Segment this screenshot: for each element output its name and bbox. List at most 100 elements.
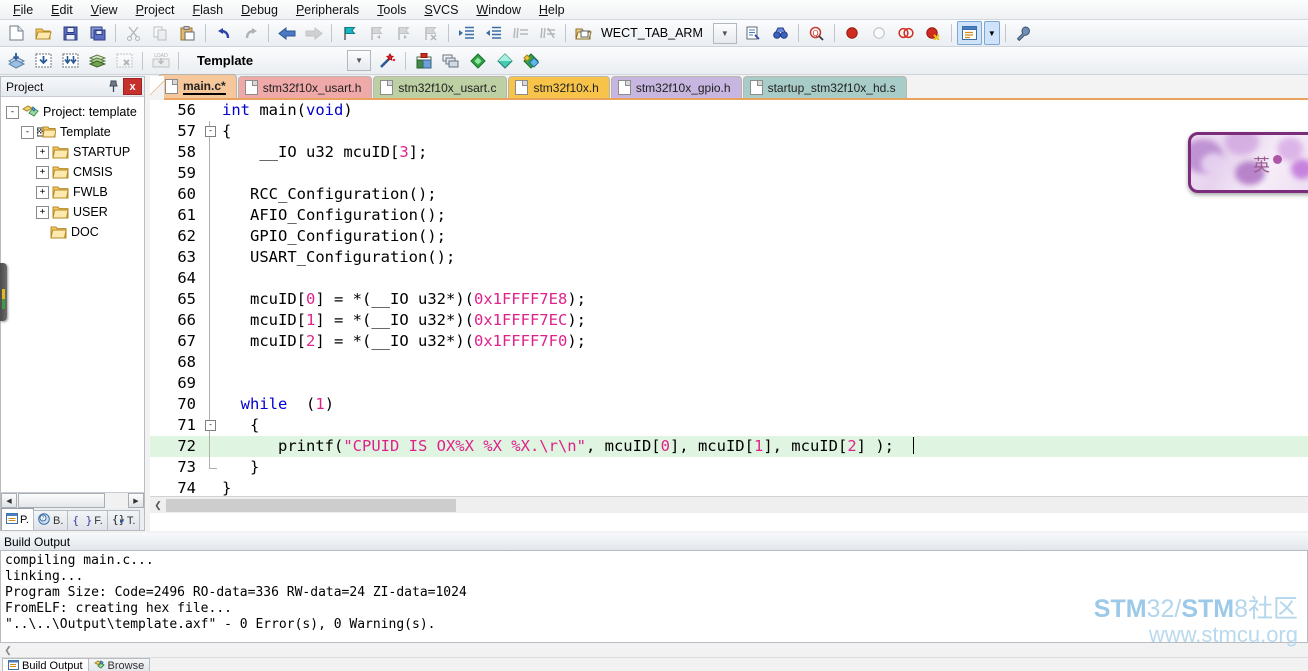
tree-expander[interactable]: -	[21, 125, 34, 139]
new-file-button[interactable]	[4, 21, 29, 45]
window-dropdown-button[interactable]: ▼	[983, 21, 1000, 45]
output-tab-browse[interactable]: Browse	[87, 658, 151, 671]
select-software-packs-button[interactable]	[519, 49, 544, 73]
undo-button[interactable]	[211, 21, 236, 45]
code-lines[interactable]: 56 int main(void) 57-{58 __IO u32 mcuID[3]…	[150, 100, 1308, 497]
scroll-thumb[interactable]	[18, 493, 105, 508]
fold-column[interactable]	[202, 163, 220, 184]
tree-item-fwlb[interactable]: + FWLB	[6, 182, 144, 202]
menu-item-window[interactable]: Window	[467, 1, 529, 19]
menu-item-file[interactable]: File	[4, 1, 42, 19]
bookmark-toggle-button[interactable]	[337, 21, 362, 45]
scroll-thumb[interactable]	[166, 498, 456, 512]
find-symbol-button[interactable]: Q	[804, 21, 829, 45]
fold-column[interactable]: -	[202, 121, 220, 142]
fold-column[interactable]: -	[202, 415, 220, 436]
code-line-73[interactable]: 73 }	[150, 457, 1308, 478]
options-for-target-button[interactable]	[411, 49, 436, 73]
configuration-wizard-button[interactable]	[1011, 21, 1036, 45]
code-line-59[interactable]: 59	[150, 163, 1308, 184]
redo-button[interactable]	[238, 21, 263, 45]
manage-rte-button[interactable]	[492, 49, 517, 73]
fold-column[interactable]	[202, 184, 220, 205]
code-line-69[interactable]: 69	[150, 373, 1308, 394]
code-line-74[interactable]: 74}	[150, 478, 1308, 497]
code-line-60[interactable]: 60 RCC_Configuration();	[150, 184, 1308, 205]
fold-column[interactable]	[202, 205, 220, 226]
cut-button[interactable]	[121, 21, 146, 45]
find-in-files-button[interactable]	[741, 21, 766, 45]
stop-build-button[interactable]	[112, 49, 137, 73]
fold-column[interactable]	[202, 457, 220, 478]
fold-column[interactable]	[202, 478, 220, 497]
build-output-text[interactable]: compiling main.c... linking... Program Siz…	[0, 551, 1308, 643]
editor-tab-stm32f10x.h[interactable]: stm32f10x.h	[508, 76, 610, 98]
bookmark-next-button[interactable]	[391, 21, 416, 45]
manage-project-items-button[interactable]	[438, 49, 463, 73]
menu-item-svcs[interactable]: SVCS	[415, 1, 467, 19]
panel-tab-t[interactable]: {} T.	[106, 510, 141, 530]
translate-file-button[interactable]	[4, 49, 29, 73]
build-target-button[interactable]	[31, 49, 56, 73]
tree-item-doc[interactable]: DOC	[6, 222, 144, 242]
scroll-right-button[interactable]: ▶	[128, 493, 144, 508]
tree-expander[interactable]: +	[36, 205, 49, 219]
fold-toggle-icon[interactable]: -	[205, 126, 216, 137]
insert-breakpoint-button[interactable]	[840, 21, 865, 45]
close-icon[interactable]: x	[123, 78, 142, 95]
save-all-button[interactable]	[85, 21, 110, 45]
editor-tab-stm32f10xgpio.h[interactable]: stm32f10x_gpio.h	[610, 76, 742, 98]
collapsed-panel-strip[interactable]	[0, 263, 7, 321]
panel-tab-f[interactable]: { } F.	[67, 510, 108, 530]
code-line-64[interactable]: 64	[150, 268, 1308, 289]
download-to-flash-button[interactable]: LOAD	[148, 49, 173, 73]
pack-installer-button[interactable]	[465, 49, 490, 73]
target-select-dropdown[interactable]: ▼	[712, 22, 737, 44]
editor-tab-main.c[interactable]: main.c*	[158, 74, 237, 98]
bookmark-clear-button[interactable]	[418, 21, 443, 45]
batch-build-button[interactable]	[85, 49, 110, 73]
ime-floating-toolbar[interactable]: 英	[1188, 132, 1308, 193]
fold-column[interactable]	[202, 331, 220, 352]
code-line-65[interactable]: 65 mcuID[0] = *(__IO u32*)(0x1FFFF7E8);	[150, 289, 1308, 310]
fold-column[interactable]	[202, 142, 220, 163]
menu-item-help[interactable]: Help	[530, 1, 574, 19]
menu-item-view[interactable]: View	[82, 1, 127, 19]
code-line-61[interactable]: 61 AFIO_Configuration();	[150, 205, 1308, 226]
outdent-button[interactable]	[481, 21, 506, 45]
fold-toggle-icon[interactable]: -	[205, 420, 216, 431]
code-line-72[interactable]: 72 printf("CPUID IS OX%X %X %X.\r\n", mc…	[150, 436, 1308, 457]
panel-tab-b[interactable]: ? B.	[32, 510, 69, 530]
manage-windows-button[interactable]	[956, 21, 982, 45]
ime-mode-label[interactable]: 英	[1253, 151, 1270, 176]
bookmark-prev-button[interactable]	[364, 21, 389, 45]
tree-expander[interactable]: +	[36, 165, 49, 179]
editor-tab-stm32f10xusart.c[interactable]: stm32f10x_usart.c	[373, 76, 508, 98]
tree-expander[interactable]: +	[36, 145, 49, 159]
tree-item-template[interactable]: - Template	[6, 122, 144, 142]
menu-item-debug[interactable]: Debug	[232, 1, 287, 19]
menu-item-peripherals[interactable]: Peripherals	[287, 1, 368, 19]
code-line-71[interactable]: 71- {	[150, 415, 1308, 436]
code-line-68[interactable]: 68	[150, 352, 1308, 373]
uncomment-button[interactable]	[535, 21, 560, 45]
fold-column[interactable]	[202, 289, 220, 310]
tree-item-startup[interactable]: + STARTUP	[6, 142, 144, 162]
disable-all-breakpoints-button[interactable]	[894, 21, 919, 45]
build-target-dropdown[interactable]: ▼	[347, 50, 372, 71]
fold-column[interactable]	[202, 352, 220, 373]
fold-column[interactable]	[202, 310, 220, 331]
pin-icon[interactable]	[105, 79, 121, 95]
code-line-57[interactable]: 57-{	[150, 121, 1308, 142]
panel-tab-p[interactable]: P.	[1, 508, 34, 530]
copy-button[interactable]	[148, 21, 173, 45]
paste-button[interactable]	[175, 21, 200, 45]
navigate-back-button[interactable]	[274, 21, 299, 45]
code-line-62[interactable]: 62 GPIO_Configuration();	[150, 226, 1308, 247]
scroll-left-button[interactable]: ❮	[150, 500, 166, 511]
tree-expander[interactable]: -	[6, 105, 19, 119]
navigate-forward-button[interactable]	[301, 21, 326, 45]
disable-breakpoint-button[interactable]	[867, 21, 892, 45]
target-options-button[interactable]	[375, 49, 400, 73]
scroll-left-button[interactable]: ◀	[1, 493, 17, 508]
